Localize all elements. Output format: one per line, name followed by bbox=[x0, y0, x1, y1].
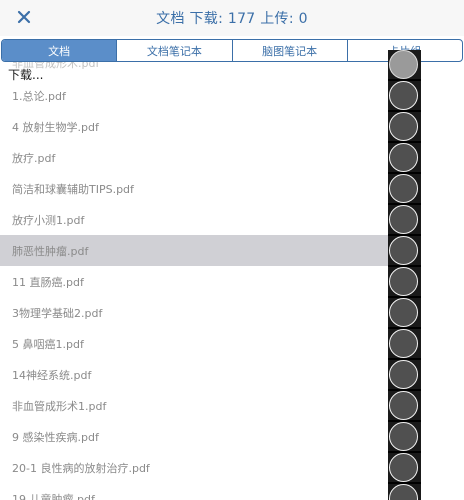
file-toggle[interactable] bbox=[389, 112, 418, 141]
file-name: 放疗.pdf bbox=[12, 151, 56, 165]
file-name: 放疗小测1.pdf bbox=[12, 213, 85, 227]
file-toggle[interactable] bbox=[389, 205, 418, 234]
file-row[interactable]: 肺恶性肿瘤.pdf bbox=[0, 235, 388, 266]
file-row[interactable]: 3物理学基础2.pdf bbox=[0, 297, 388, 328]
file-row[interactable]: 14神经系统.pdf bbox=[0, 359, 388, 390]
file-toggle[interactable] bbox=[389, 329, 418, 358]
file-row[interactable]: 19 儿童肿瘤.pdf bbox=[0, 483, 388, 500]
file-name: 非血管成形术1.pdf bbox=[12, 399, 107, 413]
file-row[interactable]: 20-1 良性病的放射治疗.pdf bbox=[0, 452, 388, 483]
file-row[interactable]: 5 鼻咽癌1.pdf bbox=[0, 328, 388, 359]
file-name: 19 儿童肿瘤.pdf bbox=[12, 492, 95, 500]
file-toggle[interactable] bbox=[389, 236, 418, 265]
file-name: 5 鼻咽癌1.pdf bbox=[12, 337, 84, 351]
download-screen: 文档 下载: 177 上传: 0 文档 文档笔记本 脑图笔记本 卡片组 非血管成… bbox=[0, 0, 464, 500]
file-row[interactable]: 11 直肠癌.pdf bbox=[0, 266, 388, 297]
tab-documents[interactable]: 文档 bbox=[2, 40, 118, 61]
file-name: 9 感染性疾病.pdf bbox=[12, 430, 99, 444]
file-toggle[interactable] bbox=[389, 391, 418, 420]
tab-mindmap-notebooks[interactable]: 脑图笔记本 bbox=[233, 40, 348, 61]
file-name: 肺恶性肿瘤.pdf bbox=[12, 244, 89, 258]
page-title: 文档 下载: 177 上传: 0 bbox=[156, 11, 308, 27]
file-toggle[interactable] bbox=[389, 143, 418, 172]
file-toggle[interactable] bbox=[389, 174, 418, 203]
file-row[interactable]: 非血管成形术1.pdf bbox=[0, 390, 388, 421]
file-toggle[interactable] bbox=[389, 422, 418, 451]
file-name: 简洁和球囊辅助TIPS.pdf bbox=[12, 182, 134, 196]
file-name: 20-1 良性病的放射治疗.pdf bbox=[12, 461, 150, 475]
file-toggle[interactable] bbox=[389, 267, 418, 296]
file-toggle[interactable] bbox=[389, 298, 418, 327]
file-toggle[interactable] bbox=[389, 81, 418, 110]
download-status: 下载... bbox=[8, 68, 44, 81]
file-name: 14神经系统.pdf bbox=[12, 368, 92, 382]
file-row[interactable]: 放疗.pdf bbox=[0, 142, 388, 173]
file-list: 1.总论.pdf 4 放射生物学.pdf 放疗.pdf 简洁和球囊辅助TIPS.pdf… bbox=[0, 80, 388, 500]
file-toggle[interactable] bbox=[389, 453, 418, 482]
file-toggle[interactable] bbox=[389, 360, 418, 389]
tab-document-notebooks[interactable]: 文档笔记本 bbox=[117, 40, 233, 61]
file-name: 11 直肠癌.pdf bbox=[12, 275, 84, 289]
file-row[interactable]: 1.总论.pdf bbox=[0, 80, 388, 111]
file-row[interactable]: 简洁和球囊辅助TIPS.pdf bbox=[0, 173, 388, 204]
right-margin bbox=[421, 62, 464, 500]
file-row[interactable]: 9 感染性疾病.pdf bbox=[0, 421, 388, 452]
header-bar: 文档 下载: 177 上传: 0 bbox=[0, 0, 464, 36]
file-row[interactable]: 放疗小测1.pdf bbox=[0, 204, 388, 235]
file-name: 4 放射生物学.pdf bbox=[12, 120, 99, 134]
file-toggle[interactable] bbox=[389, 50, 418, 79]
file-row[interactable]: 4 放射生物学.pdf bbox=[0, 111, 388, 142]
file-name: 3物理学基础2.pdf bbox=[12, 306, 103, 320]
download-banner: 非血管成形术.pdf 下载... bbox=[0, 62, 388, 81]
file-name: 1.总论.pdf bbox=[12, 89, 66, 103]
